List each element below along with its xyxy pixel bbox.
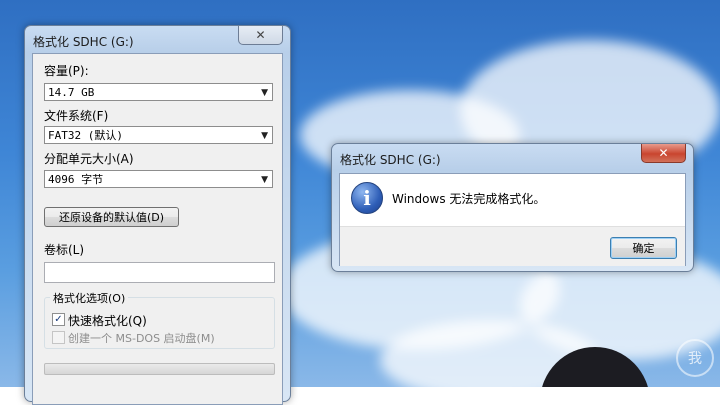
info-icon-glyph: i <box>363 186 371 210</box>
info-icon: i <box>351 182 383 214</box>
ok-button[interactable]: 确定 <box>610 237 677 259</box>
format-close-button[interactable]: ✕ <box>238 26 283 45</box>
quick-format-checkbox[interactable]: ✓ <box>52 313 65 326</box>
format-window-body: 容量(P): 14.7 GB ▼ 文件系统(F) FAT32 (默认) ▼ 分配… <box>32 53 283 405</box>
format-progress-bar <box>44 363 275 375</box>
close-icon: ✕ <box>255 28 266 42</box>
format-window-title: 格式化 SDHC (G:) <box>33 35 134 49</box>
message-box-title: 格式化 SDHC (G:) <box>340 153 441 167</box>
msdos-startup-checkbox[interactable] <box>52 331 65 344</box>
chevron-down-icon: ▼ <box>261 131 268 141</box>
checkmark-icon: ✓ <box>54 314 63 325</box>
format-options-title: 格式化选项(O) <box>50 290 129 306</box>
capacity-select[interactable]: 14.7 GB ▼ <box>44 83 273 101</box>
capacity-value: 14.7 GB <box>48 86 95 99</box>
filesystem-select[interactable]: FAT32 (默认) ▼ <box>44 126 273 144</box>
alloc-unit-select[interactable]: 4096 字节 ▼ <box>44 170 273 188</box>
quick-format-label: 快速格式化(Q) <box>68 314 147 328</box>
filesystem-value: FAT32 (默认) <box>48 129 123 142</box>
filesystem-label: 文件系统(F) <box>44 109 109 123</box>
message-box: 格式化 SDHC (G:) ✕ i Windows 无法完成格式化。 确定 <box>331 143 694 272</box>
restore-defaults-button[interactable]: 还原设备的默认值(D) <box>44 207 179 227</box>
msdos-startup-label: 创建一个 MS-DOS 启动盘(M) <box>68 332 215 345</box>
watermark-logo: 我 <box>676 339 714 377</box>
close-icon: ✕ <box>658 146 669 160</box>
alloc-unit-value: 4096 字节 <box>48 173 104 186</box>
message-box-body: i Windows 无法完成格式化。 确定 <box>339 173 686 266</box>
watermark-text: 我 <box>688 351 702 367</box>
chevron-down-icon: ▼ <box>261 88 268 98</box>
message-box-footer: 确定 <box>340 226 685 266</box>
volume-label-input[interactable] <box>44 262 275 283</box>
message-close-button[interactable]: ✕ <box>641 144 686 163</box>
format-window: 格式化 SDHC (G:) ✕ 容量(P): 14.7 GB ▼ 文件系统(F)… <box>24 25 291 405</box>
alloc-unit-label: 分配单元大小(A) <box>44 152 134 166</box>
capacity-label: 容量(P): <box>44 64 89 78</box>
message-text: Windows 无法完成格式化。 <box>392 192 546 206</box>
volume-label-label: 卷标(L) <box>44 243 85 257</box>
chevron-down-icon: ▼ <box>261 175 268 185</box>
